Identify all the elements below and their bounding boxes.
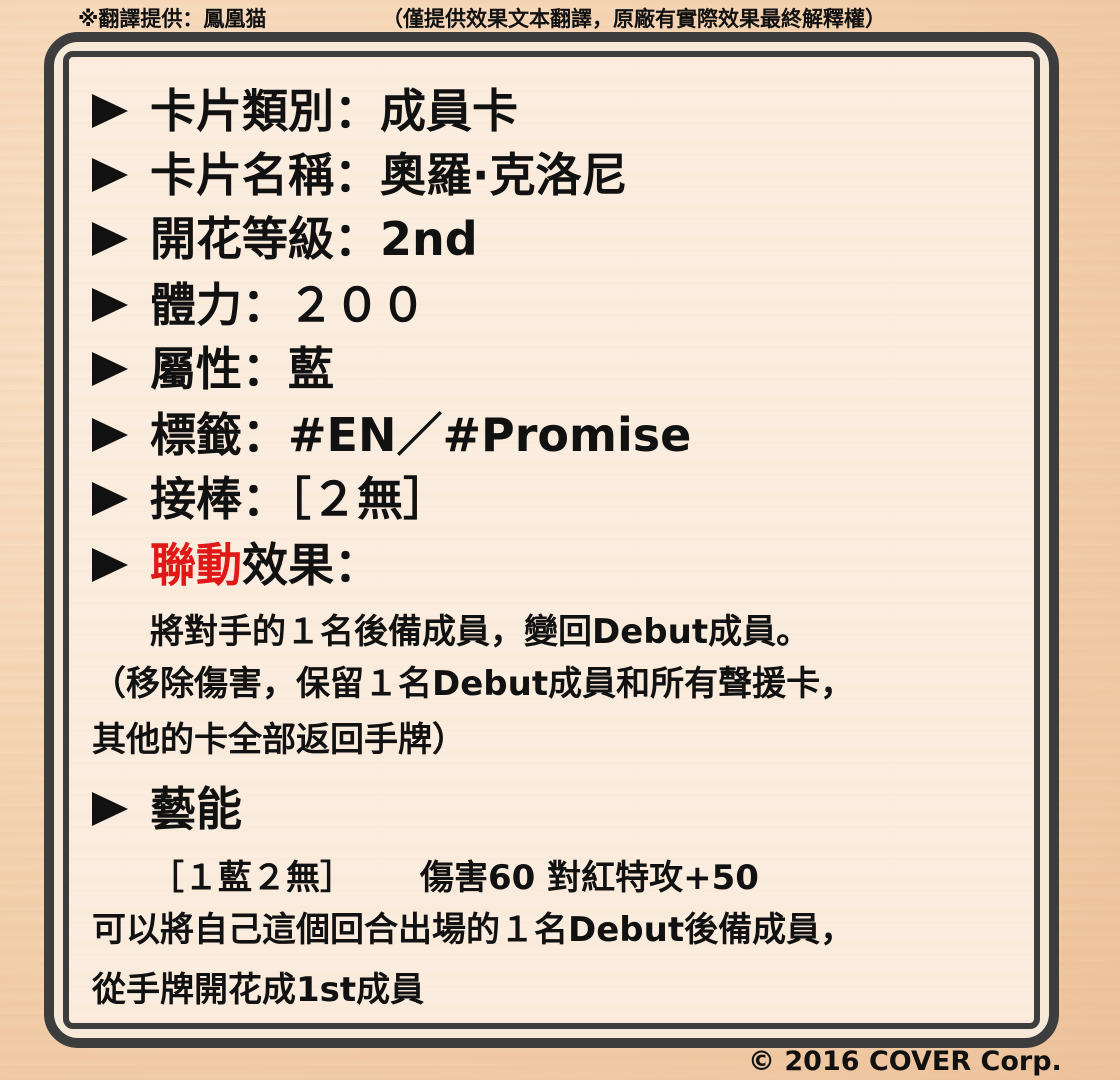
copyright-notice: © 2016 COVER Corp. bbox=[748, 1046, 1062, 1077]
arts-heading: 藝能 bbox=[150, 782, 242, 836]
triangle-bullet-icon bbox=[92, 481, 128, 516]
tags-row: 標籤：#EN／#Promise bbox=[92, 404, 691, 466]
collab-effect-text-line-2: （移除傷害，保留１名Debut成員和所有聲援卡， bbox=[92, 664, 855, 704]
triangle-bullet-icon bbox=[92, 221, 128, 256]
color-row: 屬性：藍 bbox=[92, 338, 334, 400]
effect-label: 效果： bbox=[242, 538, 380, 592]
translation-disclaimer: （僅提供效果文本翻譯，原廠有實際效果最終解釋權） bbox=[382, 7, 886, 31]
triangle-bullet-icon bbox=[92, 287, 128, 322]
baton-row: 接棒：［２無］ bbox=[92, 468, 449, 530]
arts-cost: ［１藍２無］ bbox=[150, 858, 354, 898]
card-type: 卡片類別：成員卡 bbox=[150, 84, 518, 138]
collab-label: 聯動 bbox=[150, 538, 242, 592]
arts-row: 藝能 bbox=[92, 778, 242, 840]
translation-credit: ※翻譯提供：鳳凰猫 bbox=[78, 7, 267, 31]
bloom-level-row: 開花等級：2nd bbox=[92, 208, 478, 270]
translation-note: ※翻譯提供：鳳凰猫 （僅提供效果文本翻譯，原廠有實際效果最終解釋權） bbox=[0, 4, 1120, 34]
triangle-bullet-icon bbox=[92, 93, 128, 128]
triangle-bullet-icon bbox=[92, 547, 128, 582]
collab-effect-text-line-3: 其他的卡全部返回手牌） bbox=[92, 720, 466, 760]
arts-effect-text-line-2: 從手牌開花成1st成員 bbox=[92, 970, 425, 1010]
card-name: 卡片名稱：奧羅·克洛尼 bbox=[150, 148, 628, 202]
collab-effect-text-line-1: 將對手的１名後備成員，變回Debut成員。 bbox=[150, 612, 811, 652]
tags: 標籤：#EN／#Promise bbox=[150, 408, 692, 462]
triangle-bullet-icon bbox=[92, 417, 128, 452]
arts-effect-text-line-1: 可以將自己這個回合出場的１名Debut後備成員， bbox=[92, 910, 855, 950]
color: 屬性：藍 bbox=[150, 342, 334, 396]
triangle-bullet-icon bbox=[92, 791, 128, 826]
arts-damage: 傷害60 對紅特攻+50 bbox=[420, 858, 759, 898]
card-name-row: 卡片名稱：奧羅·克洛尼 bbox=[92, 144, 627, 206]
hp-row: 體力：２００ bbox=[92, 274, 426, 336]
card-type-row: 卡片類別：成員卡 bbox=[92, 80, 518, 142]
collab-effect-row: 聯動效果： bbox=[92, 534, 380, 596]
baton-pass: 接棒：［２無］ bbox=[150, 472, 449, 526]
triangle-bullet-icon bbox=[92, 157, 128, 192]
bloom-level: 開花等級：2nd bbox=[150, 212, 478, 266]
hp: 體力：２００ bbox=[150, 278, 426, 332]
triangle-bullet-icon bbox=[92, 351, 128, 386]
